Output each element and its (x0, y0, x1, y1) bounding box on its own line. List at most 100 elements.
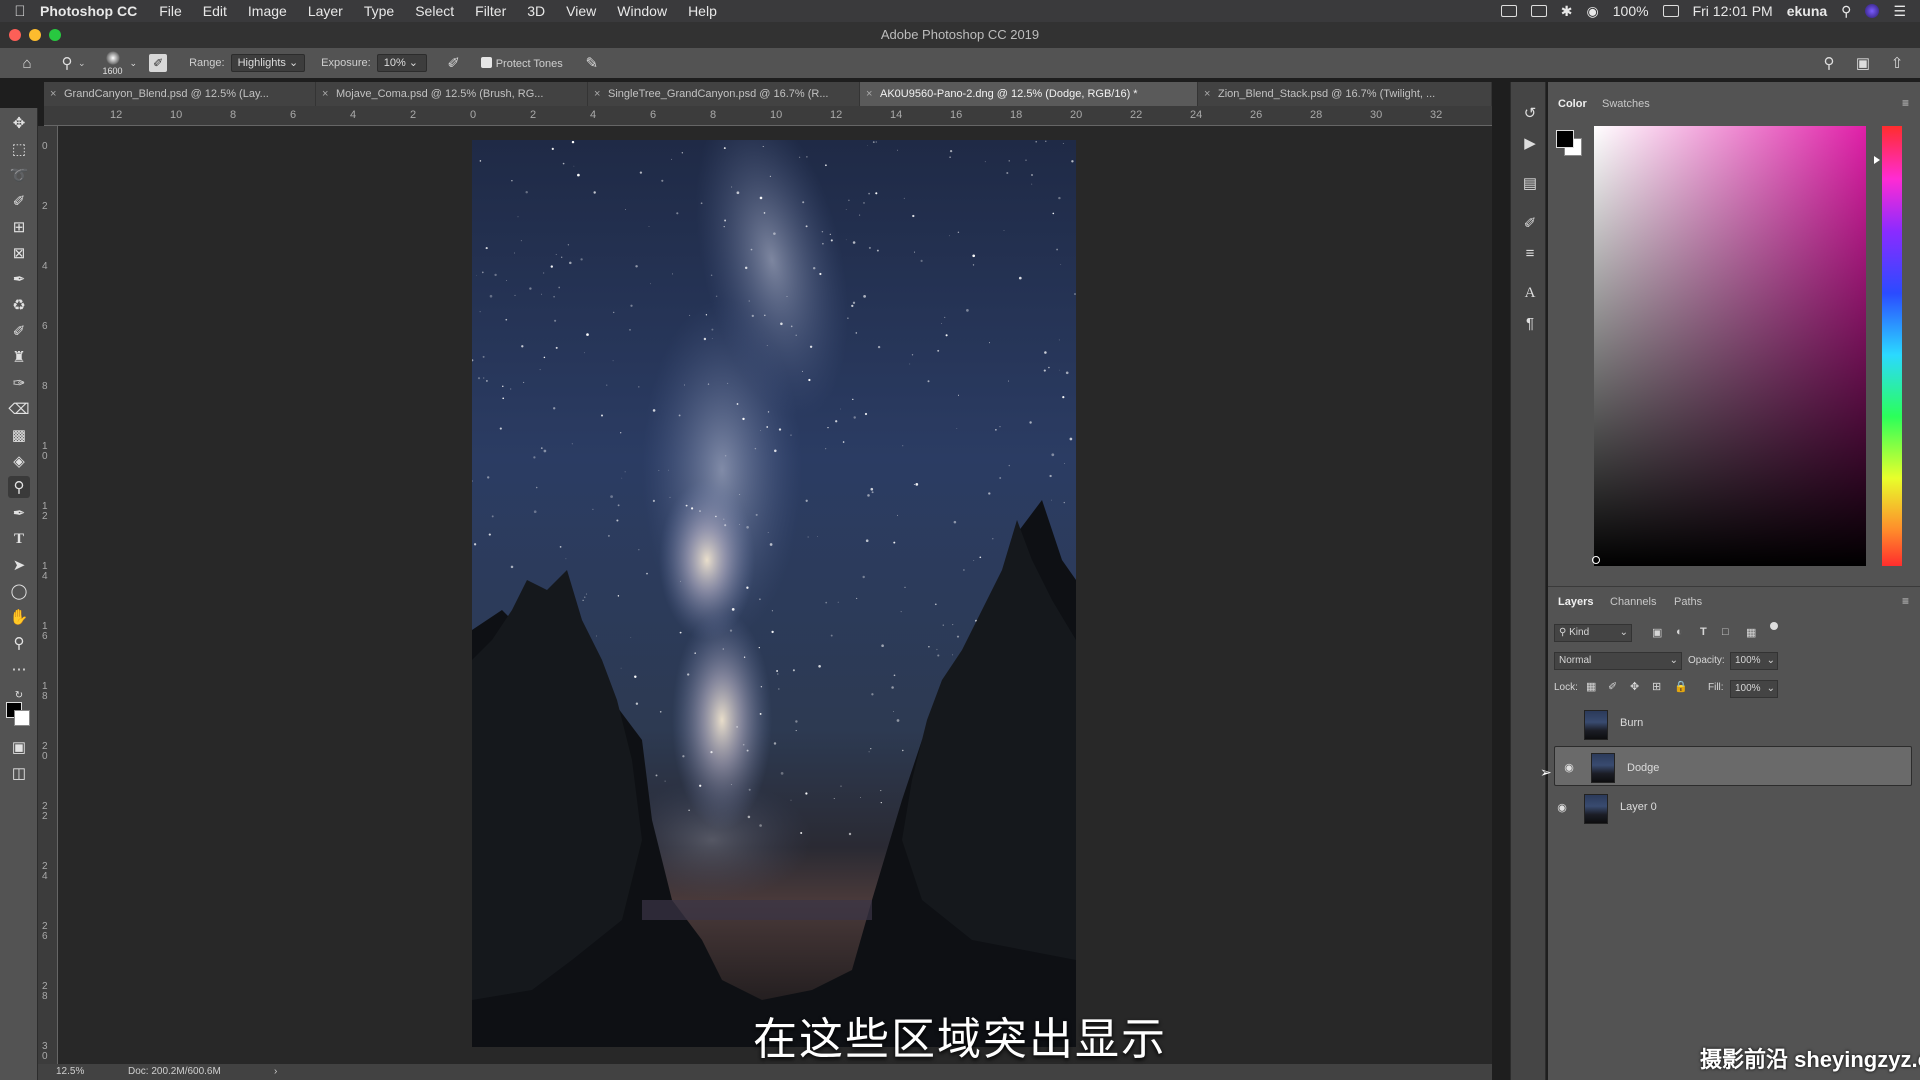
filter-smart-object-icon[interactable]: ▦ (1746, 626, 1756, 639)
workspace-icon[interactable]: ▣ (1852, 52, 1874, 74)
milky-way-photo[interactable] (472, 140, 1076, 1047)
pen-tool-icon[interactable]: ✒ (8, 502, 30, 524)
history-brush-tool-icon[interactable]: ✑ (8, 372, 30, 394)
actions-panel-icon[interactable]: ▶ (1519, 132, 1541, 154)
menu-file[interactable]: File (159, 3, 182, 19)
menu-select[interactable]: Select (415, 3, 454, 19)
home-icon[interactable]: ⌂ (16, 52, 38, 74)
tab-ak0u9560-pano[interactable]: × AK0U9560-Pano-2.dng @ 12.5% (Dodge, RGB… (860, 82, 1198, 106)
tab-layers[interactable]: Layers (1558, 596, 1593, 608)
gradient-tool-icon[interactable]: ▩ (8, 424, 30, 446)
paragraph-panel-icon[interactable]: ¶ (1519, 312, 1541, 334)
protect-tones-checkbox[interactable]: Protect Tones (480, 56, 563, 70)
layers-panel-menu-icon[interactable]: ≡ (1902, 594, 1909, 608)
brushes-panel-icon[interactable]: ✐ (1519, 212, 1541, 234)
menu-window[interactable]: Window (617, 3, 667, 19)
apple-icon[interactable]:  (0, 3, 40, 20)
exposure-input[interactable]: 10% ⌄ (376, 54, 427, 72)
user-name[interactable]: ekuna (1787, 3, 1827, 19)
spotlight-search-icon[interactable]: ⚲ (1841, 3, 1851, 20)
layer-row-layer-0[interactable]: ◉ Layer 0 (1548, 788, 1906, 828)
airbrush-icon[interactable]: ✐ (443, 52, 465, 74)
lock-artboard-icon[interactable]: ⊞ (1652, 680, 1661, 693)
layer-row-burn[interactable]: Burn (1548, 704, 1906, 744)
menu-filter[interactable]: Filter (475, 3, 506, 19)
share-icon[interactable]: ⇧ (1886, 52, 1908, 74)
screen-mode-icon[interactable]: ◫ (8, 762, 30, 784)
pressure-size-icon[interactable]: ✎ (581, 52, 603, 74)
menu-3d[interactable]: 3D (527, 3, 545, 19)
panel-foreground-swatch[interactable] (1556, 130, 1574, 148)
path-selection-tool-icon[interactable]: ➤ (8, 554, 30, 576)
wifi-icon[interactable]: ◉ (1587, 3, 1599, 20)
character-panel-icon[interactable]: A (1519, 282, 1541, 304)
tab-color[interactable]: Color (1558, 98, 1587, 110)
filter-pixel-icon[interactable]: ▣ (1652, 626, 1662, 639)
frame-tool-icon[interactable]: ⊠ (8, 242, 30, 264)
close-tab-icon[interactable]: × (322, 82, 328, 106)
filter-adjustment-icon[interactable]: ◐ (1676, 626, 1683, 638)
blend-mode-select[interactable]: Normal ⌄ (1554, 652, 1682, 670)
tab-grandcanyon-blend[interactable]: × GrandCanyon_Blend.psd @ 12.5% (Lay... (44, 82, 316, 106)
filter-type-icon[interactable]: T (1700, 626, 1707, 638)
layer-row-dodge[interactable]: ◉ Dodge (1554, 746, 1912, 786)
more-tools-icon[interactable]: ⋯ (8, 658, 30, 680)
bluetooth-icon[interactable]: ✱ (1561, 3, 1573, 20)
clone-stamp-tool-icon[interactable]: ♜ (8, 346, 30, 368)
color-picker-field[interactable] (1594, 126, 1866, 566)
ellipse-tool-icon[interactable]: ◯ (8, 580, 30, 602)
brush-tool-icon[interactable]: ✐ (8, 320, 30, 342)
properties-panel-icon[interactable]: ▤ (1519, 172, 1541, 194)
close-tab-icon[interactable]: × (50, 82, 56, 106)
tab-singletree-grandcanyon[interactable]: × SingleTree_GrandCanyon.psd @ 16.7% (R..… (588, 82, 860, 106)
airplay-icon[interactable] (1530, 5, 1547, 17)
lock-all-icon[interactable]: 🔒 (1674, 680, 1688, 693)
brush-size-picker[interactable]: 1600 (96, 50, 130, 76)
tab-paths[interactable]: Paths (1674, 596, 1702, 608)
tab-zion-blend-stack[interactable]: × Zion_Blend_Stack.psd @ 16.7% (Twilight,… (1198, 82, 1492, 106)
background-color-swatch[interactable] (14, 710, 30, 726)
filter-toggle-icon[interactable] (1770, 622, 1778, 630)
quick-mask-icon[interactable]: ▣ (8, 736, 30, 758)
close-tab-icon[interactable]: × (866, 82, 872, 106)
siri-icon[interactable] (1865, 4, 1880, 18)
dodge-tool-preset-icon[interactable]: ⚲ (56, 52, 78, 74)
color-picker-cursor[interactable] (1592, 556, 1600, 564)
menu-type[interactable]: Type (364, 3, 394, 19)
hue-slider-handle[interactable] (1874, 156, 1880, 164)
menu-layer[interactable]: Layer (308, 3, 343, 19)
adjustments-panel-icon[interactable]: ≡ (1519, 242, 1541, 264)
history-panel-icon[interactable]: ↺ (1519, 102, 1541, 124)
visibility-toggle[interactable] (1554, 717, 1570, 729)
tab-swatches[interactable]: Swatches (1602, 98, 1650, 110)
hue-slider[interactable] (1882, 126, 1902, 566)
marquee-tool-icon[interactable]: ⬚ (8, 138, 30, 160)
brush-chevron-down-icon[interactable]: ⌄ (130, 58, 138, 69)
tab-channels[interactable]: Channels (1610, 596, 1656, 608)
lock-transparent-icon[interactable]: ▦ (1586, 680, 1596, 693)
menu-help[interactable]: Help (688, 3, 717, 19)
preset-chevron-down-icon[interactable]: ⌄ (78, 58, 86, 69)
eye-icon[interactable]: ◉ (1561, 760, 1577, 774)
menu-view[interactable]: View (566, 3, 596, 19)
close-window-button[interactable] (9, 29, 21, 41)
notification-center-icon[interactable]: ☰ (1893, 3, 1906, 20)
app-menu[interactable]: Photoshop CC (40, 3, 137, 19)
eye-icon[interactable]: ◉ (1554, 801, 1570, 814)
healing-brush-tool-icon[interactable]: ♻ (8, 294, 30, 316)
dodge-tool-icon[interactable]: ⚲ (8, 476, 30, 498)
eyedropper-tool-icon[interactable]: ✒ (8, 268, 30, 290)
filter-shape-icon[interactable]: □ (1722, 626, 1729, 638)
hand-tool-icon[interactable]: ✋ (8, 606, 30, 628)
blur-tool-icon[interactable]: ◈ (8, 450, 30, 472)
menu-image[interactable]: Image (248, 3, 287, 19)
zoom-tool-icon[interactable]: ⚲ (8, 632, 30, 654)
search-icon[interactable]: ⚲ (1818, 52, 1840, 74)
lasso-tool-icon[interactable]: ➰ (8, 164, 30, 186)
menu-edit[interactable]: Edit (203, 3, 227, 19)
close-tab-icon[interactable]: × (1204, 82, 1210, 106)
move-tool-icon[interactable]: ✥ (8, 112, 30, 134)
lock-image-icon[interactable]: ✐ (1608, 680, 1617, 693)
eraser-tool-icon[interactable]: ⌫ (8, 398, 30, 420)
minimize-window-button[interactable] (29, 29, 41, 41)
